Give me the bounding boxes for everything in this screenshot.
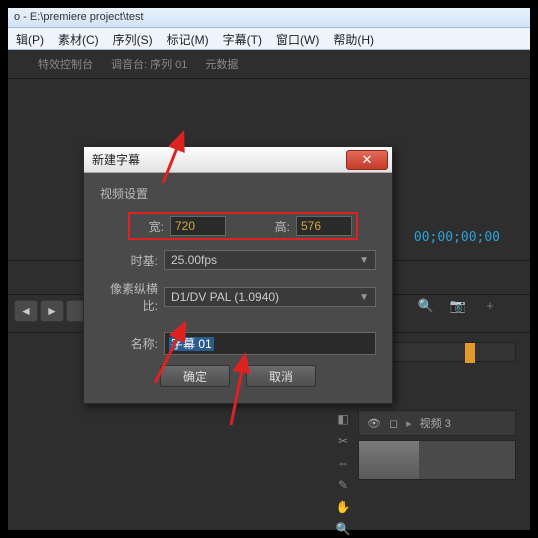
menu-title[interactable]: 字幕(T) <box>223 31 262 46</box>
timebase-value: 25.00fps <box>171 253 217 267</box>
menu-help[interactable]: 帮助(H) <box>333 31 374 46</box>
menu-edit[interactable]: 辑(P) <box>16 31 44 46</box>
tool-razor[interactable]: ✂ <box>335 434 351 450</box>
name-input[interactable]: 字幕 01 <box>164 332 376 355</box>
menu-clip[interactable]: 素材(C) <box>58 31 99 46</box>
timebase-dropdown[interactable]: 25.00fps ▼ <box>164 250 376 270</box>
menu-marker[interactable]: 标记(M) <box>167 31 209 46</box>
track-label: 视频 3 <box>420 415 451 431</box>
tool-btn-2[interactable]: ► <box>40 300 64 322</box>
video-settings-label: 视频设置 <box>100 185 376 202</box>
close-icon: ✕ <box>362 152 373 168</box>
ok-button[interactable]: 确定 <box>160 365 230 387</box>
lock-icon[interactable]: ◻ <box>389 417 398 430</box>
menu-sequence[interactable]: 序列(S) <box>113 31 153 46</box>
chevron-down-icon: ▼ <box>359 255 369 266</box>
name-label: 名称: <box>100 335 158 352</box>
tab-audio-mixer[interactable]: 调音台: 序列 01 <box>111 56 187 72</box>
tool-rate[interactable]: ◧ <box>335 412 351 428</box>
tool-slip[interactable]: ⇔ <box>335 456 351 472</box>
workspace: 特效控制台 调音台: 序列 01 元数据 00;00;00;00 ◄ ► ⎕ 🔍… <box>8 50 530 530</box>
par-value: D1/DV PAL (1.0940) <box>171 290 279 304</box>
video-clip[interactable] <box>359 441 419 479</box>
eye-icon[interactable]: 👁 <box>367 417 381 430</box>
par-label: 像素纵横比: <box>100 280 158 314</box>
chevron-down-icon: ▼ <box>359 292 369 303</box>
tab-effect-controls[interactable]: 特效控制台 <box>38 56 93 72</box>
menu-window[interactable]: 窗口(W) <box>276 31 319 46</box>
timebase-label: 时基: <box>100 252 158 269</box>
menu-bar: 辑(P) 素材(C) 序列(S) 标记(M) 字幕(T) 窗口(W) 帮助(H) <box>8 28 530 50</box>
plus-icon[interactable]: + <box>480 298 500 314</box>
video-track-lane[interactable] <box>358 440 516 480</box>
dialog-title-text: 新建字幕 <box>92 151 140 168</box>
tool-pen[interactable]: ✎ <box>335 478 351 494</box>
cancel-button[interactable]: 取消 <box>246 365 316 387</box>
video-track-header[interactable]: 👁 ◻ ▸ 视频 3 <box>358 410 516 436</box>
width-label: 宽: <box>134 218 164 235</box>
camera-icon[interactable]: 📷 <box>448 298 468 314</box>
tool-hand[interactable]: ✋ <box>335 500 351 516</box>
panel-tabs: 特效控制台 调音台: 序列 01 元数据 <box>8 50 530 79</box>
timecode-display: 00;00;00;00 <box>414 230 500 245</box>
par-dropdown[interactable]: D1/DV PAL (1.0940) ▼ <box>164 287 376 307</box>
playhead-marker[interactable] <box>465 343 475 363</box>
tool-zoom[interactable]: 🔍 <box>335 522 351 538</box>
window-title: o - E:\premiere project\test <box>8 8 530 28</box>
height-input[interactable] <box>296 216 352 236</box>
dialog-titlebar[interactable]: 新建字幕 ✕ <box>84 147 392 173</box>
close-button[interactable]: ✕ <box>346 150 388 170</box>
tab-metadata[interactable]: 元数据 <box>205 56 238 72</box>
right-icon-row: 🔍 📷 + <box>416 298 500 314</box>
new-title-dialog: 新建字幕 ✕ 视频设置 宽: 高: 时基: <box>83 146 393 404</box>
search-icon[interactable]: 🔍 <box>416 298 436 314</box>
height-label: 高: <box>260 218 290 235</box>
name-input-value: 字幕 01 <box>169 337 214 351</box>
tool-btn-1[interactable]: ◄ <box>14 300 38 322</box>
dimensions-highlight: 宽: 高: <box>128 212 358 240</box>
width-input[interactable] <box>170 216 226 236</box>
